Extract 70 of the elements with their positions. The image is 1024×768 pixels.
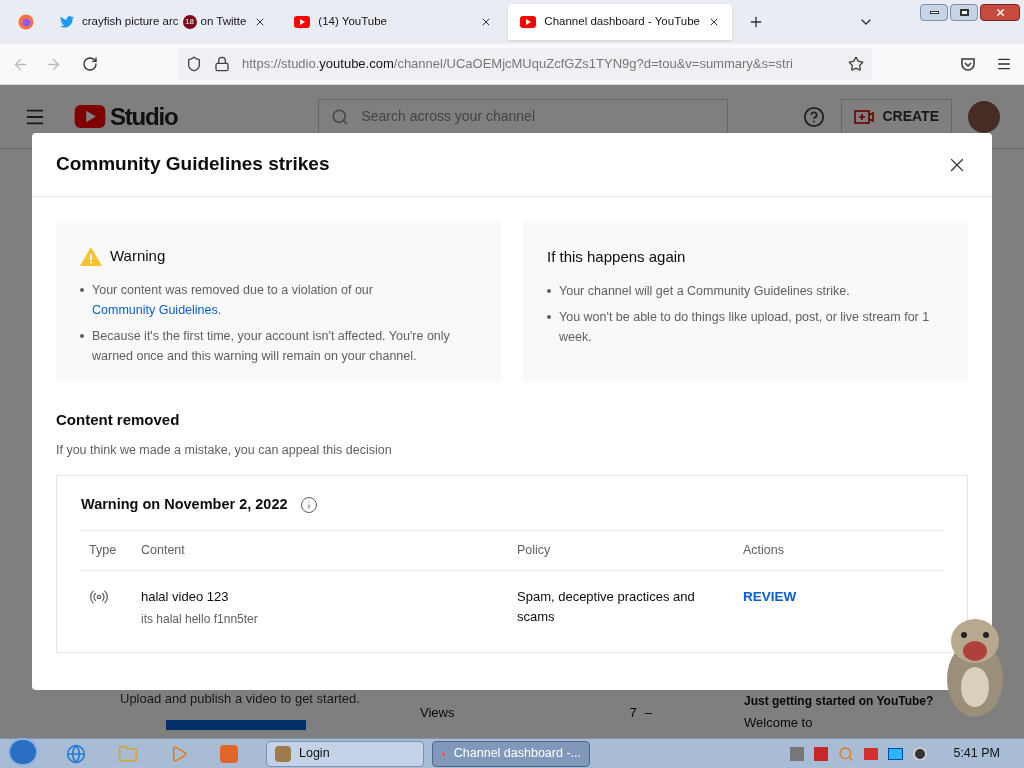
bullet-text: Your content was removed due to a violation of our Community Guidelines. [92,281,374,319]
age-badge: 18 [182,15,197,29]
bullet-icon [80,333,84,338]
browser-tab[interactable]: crayfish picture arc 18 on Twitte [48,4,279,40]
bullet-text: You won't be able to do things like upload, post, or live stream for 1 week. [559,309,931,346]
views-value: 7 [629,703,637,722]
tab-title: (14) YouTube [318,14,387,30]
minimize-button[interactable] [920,4,948,21]
warning-icon [80,246,102,266]
search-field[interactable]: Search across your channel [361,106,716,127]
avatar[interactable] [968,100,1000,133]
logo-text: Studio [110,101,178,132]
menu-icon[interactable] [996,56,1012,72]
guidelines-link[interactable]: Community Guidelines [92,302,218,317]
lock-icon[interactable] [214,56,230,72]
search-icon [331,107,350,126]
browser-tab[interactable]: (14) YouTube [282,4,505,40]
browser-logo-icon[interactable] [18,14,34,30]
help-icon[interactable] [803,105,826,128]
speaker-icon[interactable] [913,746,928,761]
review-button[interactable]: REVIEW [743,587,797,608]
policy-cell-text: Spam, deceptive practices and scams [516,588,696,627]
tray-icon[interactable] [814,746,829,761]
bullet-icon [547,289,551,293]
column-header: Policy [509,531,735,572]
play-logo-icon [294,16,311,28]
info-icon[interactable] [299,496,318,515]
shield-icon[interactable] [186,56,202,72]
content-title: halal video 123 [141,588,230,607]
bullet-text: Your channel will get a Community Guidelines strike. [559,283,850,300]
tip-text: Welcome to [744,713,814,732]
taskbar-button[interactable]: Login [266,740,424,767]
column-header: Type [81,531,133,572]
upload-hint: Upload and publish a video to get started. [119,689,361,708]
column-header: Content [133,531,509,572]
play-logo-icon [520,16,537,28]
tab-title: crayfish picture arc 18 on Twitte [82,14,247,31]
bullet-text: Because it's the first time, your account isn't affected. You're only warned once and this warning will remain on your channel. [92,327,451,365]
card-title: Warning [110,246,166,266]
clock[interactable]: 5:41 PM [953,744,1000,763]
tab-title: Channel dashboard - YouTube [544,14,700,30]
monitor-icon[interactable] [888,747,904,760]
card-title: If this happens again [547,248,686,265]
pocket-icon[interactable] [960,56,976,72]
bullet-icon [80,287,84,292]
section-subtitle: If you think we made a mistake, you can appeal this decision [56,441,393,459]
views-change: – [644,703,652,722]
bookmark-star-icon[interactable] [848,56,864,72]
close-icon [994,7,1006,18]
dialog-title: Community Guidelines strikes [56,152,330,177]
tip-title: Just getting started on YouTube? [744,692,934,710]
bullet-icon [547,315,551,319]
views-label: Views [420,703,455,722]
bird-icon [60,16,74,28]
url-text: https://studio.youtube.com/channel/UCaOEMjcMUquZcfGZs1TYN9g?d=tou&v=summary&s=stri [242,55,793,74]
search-bar[interactable]: Search across your channel [318,98,729,135]
reload-icon[interactable] [82,56,98,72]
app-icon [275,745,291,762]
browser-tab[interactable]: Channel dashboard - YouTube [508,4,732,40]
strike-title: Warning on November 2, 2022 [81,495,288,515]
restore-button[interactable] [950,4,978,21]
content-subtitle: its halal hello f1nn5ter [141,610,259,628]
play-logo-icon [74,105,106,128]
video-plus-icon [854,108,875,125]
column-header: Actions [735,531,943,572]
flag-icon[interactable] [864,747,879,760]
address-bar[interactable]: https://studio.youtube.com/channel/UCaOEMjcMUquZcfGZs1TYN9g?d=tou&v=summary&s=stri [178,48,872,80]
close-window-button[interactable] [980,4,1020,21]
start-button[interactable] [8,737,38,766]
section-title: Content removed [56,410,181,430]
